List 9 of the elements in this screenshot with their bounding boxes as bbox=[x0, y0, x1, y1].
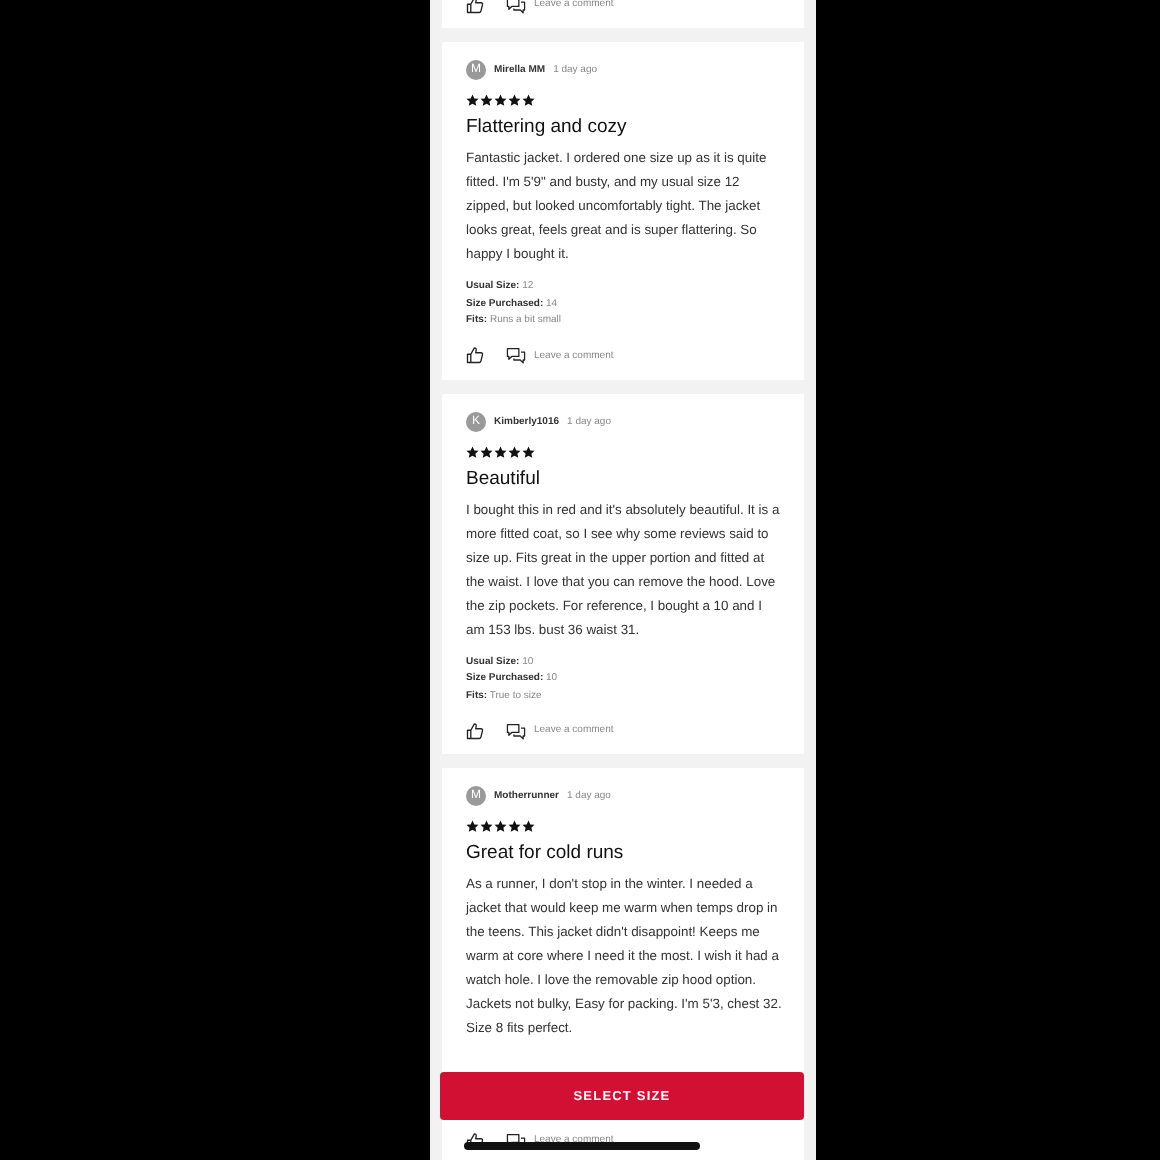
review-title: Great for cold runs bbox=[466, 842, 626, 864]
thumbs-up-icon[interactable] bbox=[466, 0, 484, 13]
comment-icon[interactable] bbox=[506, 721, 526, 739]
review-title: Flattering and cozy bbox=[466, 116, 629, 138]
thumbs-up-icon[interactable] bbox=[466, 721, 484, 739]
comment-icon[interactable] bbox=[506, 0, 526, 13]
review-title: Beautiful bbox=[466, 467, 542, 489]
comment-icon[interactable] bbox=[506, 346, 526, 364]
thumbs-up-icon[interactable] bbox=[466, 346, 484, 364]
